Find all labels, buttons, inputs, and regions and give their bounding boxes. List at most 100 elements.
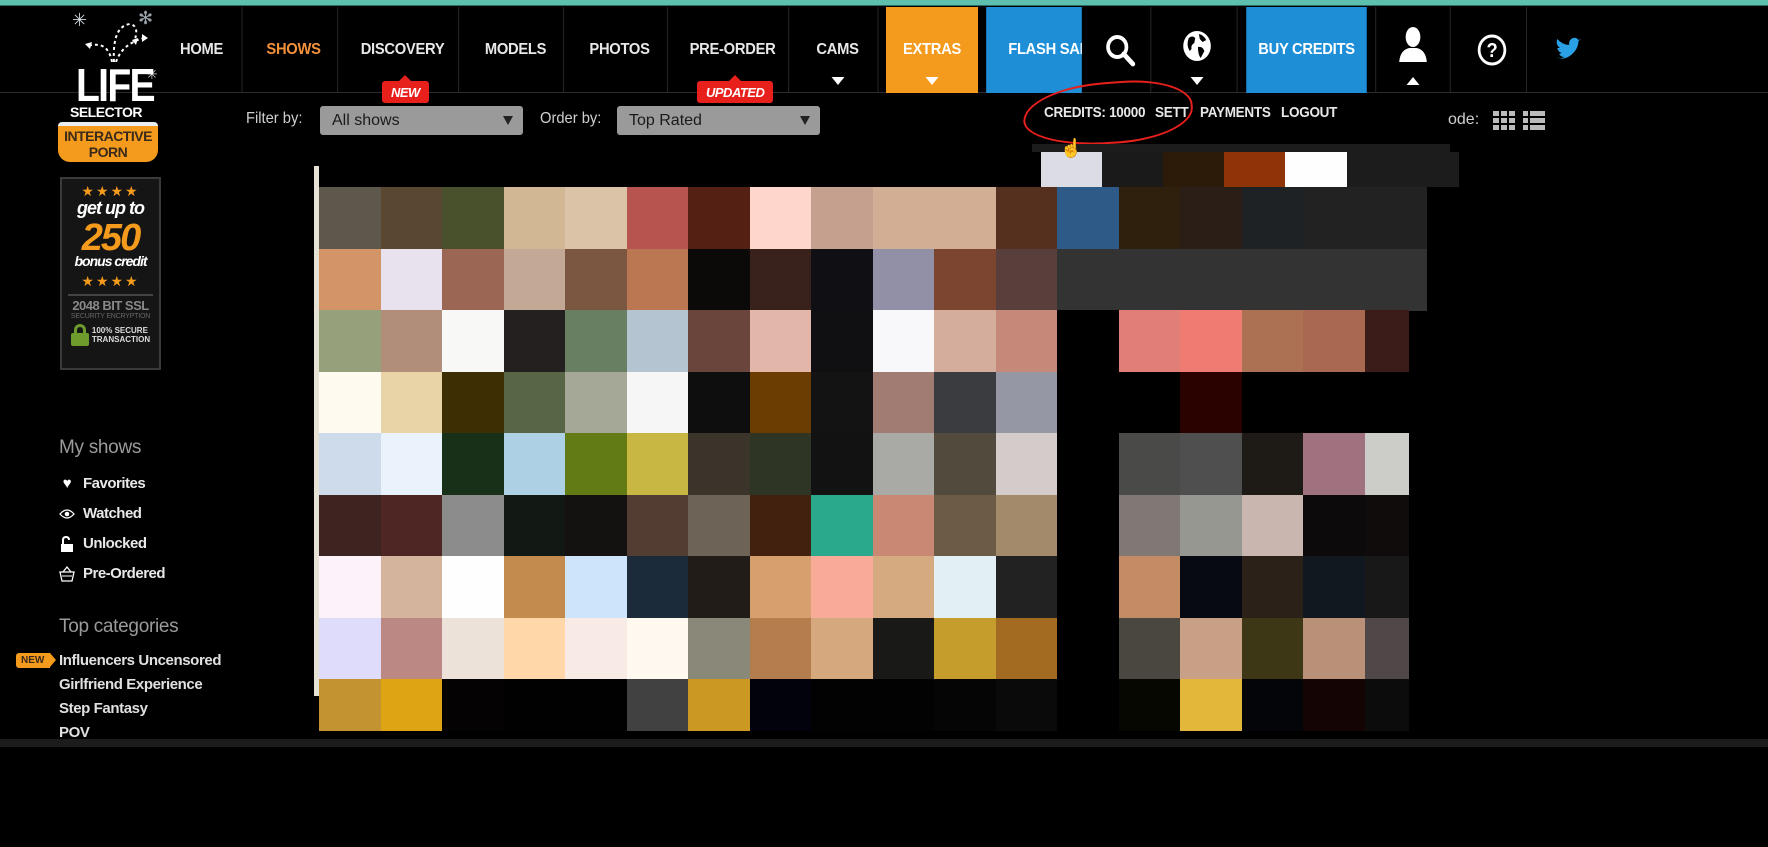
show-thumbnail-tile[interactable] xyxy=(626,679,689,731)
search-button[interactable] xyxy=(1089,7,1152,93)
show-thumbnail-tile[interactable] xyxy=(1241,679,1304,731)
show-thumbnail-tile[interactable] xyxy=(749,617,812,680)
show-thumbnail-tile[interactable] xyxy=(934,494,996,557)
show-thumbnail-tile[interactable] xyxy=(1364,556,1409,618)
show-thumbnail-tile[interactable] xyxy=(380,433,443,495)
show-thumbnail-tile[interactable] xyxy=(442,494,504,557)
show-thumbnail-tile[interactable] xyxy=(565,371,627,434)
show-thumbnail-tile[interactable] xyxy=(811,187,873,249)
show-thumbnail-tile[interactable] xyxy=(1364,494,1409,557)
show-thumbnail-tile[interactable] xyxy=(1118,187,1181,249)
payments-link[interactable]: PAYMENTS xyxy=(1200,104,1271,121)
site-logo[interactable]: ✳ ✻ ✳ LIFE SELECTOR INTERACTIVE PORN xyxy=(58,8,178,170)
show-thumbnail-tile[interactable] xyxy=(688,494,750,557)
show-thumbnail-tile[interactable] xyxy=(319,433,381,495)
show-thumbnail-tile[interactable] xyxy=(1364,248,1427,311)
list-view-button[interactable] xyxy=(1523,111,1545,131)
show-thumbnail-tile[interactable] xyxy=(934,433,996,495)
show-thumbnail-tile[interactable] xyxy=(1118,371,1181,434)
show-thumbnail-tile[interactable] xyxy=(380,556,443,618)
show-thumbnail-tile[interactable] xyxy=(380,494,443,557)
show-thumbnail-tile[interactable] xyxy=(1180,187,1242,249)
credits-balance[interactable]: CREDITS: 10000 xyxy=(1044,104,1146,121)
show-thumbnail-tile[interactable] xyxy=(319,187,381,249)
show-thumbnail-tile[interactable] xyxy=(749,433,812,495)
show-thumbnail-tile[interactable] xyxy=(811,556,873,618)
nav-cams[interactable]: CAMS xyxy=(798,7,879,93)
show-thumbnail-tile[interactable] xyxy=(688,556,750,618)
show-thumbnail-tile[interactable] xyxy=(1241,617,1304,680)
show-thumbnail-tile[interactable] xyxy=(1057,433,1119,495)
show-thumbnail-tile[interactable] xyxy=(1241,248,1304,311)
show-thumbnail-tile[interactable] xyxy=(1241,433,1304,495)
show-thumbnail-tile[interactable] xyxy=(380,187,443,249)
show-thumbnail-tile[interactable] xyxy=(749,556,812,618)
user-menu-button[interactable] xyxy=(1375,7,1451,93)
show-thumbnail-tile[interactable] xyxy=(442,310,504,372)
show-thumbnail-tile[interactable] xyxy=(380,679,443,731)
show-thumbnail-tile[interactable] xyxy=(934,187,996,249)
show-thumbnail-tile[interactable] xyxy=(934,310,996,372)
show-thumbnail-tile[interactable] xyxy=(749,248,812,311)
show-thumbnail-tile[interactable] xyxy=(319,371,381,434)
show-thumbnail-tile[interactable] xyxy=(1364,433,1409,495)
show-thumbnail-tile[interactable] xyxy=(811,310,873,372)
show-thumbnail-tile[interactable] xyxy=(503,187,566,249)
show-thumbnail-tile[interactable] xyxy=(749,679,812,731)
show-thumbnail-tile[interactable] xyxy=(503,617,566,680)
show-thumbnail-tile[interactable] xyxy=(503,310,566,372)
show-thumbnail-tile[interactable] xyxy=(1118,310,1181,372)
show-thumbnail-tile[interactable] xyxy=(934,617,996,680)
show-thumbnail-tile[interactable] xyxy=(1180,679,1242,731)
show-thumbnail-tile[interactable] xyxy=(688,248,750,311)
show-thumbnail-tile[interactable] xyxy=(319,679,381,731)
show-thumbnail-tile[interactable] xyxy=(626,187,689,249)
buy-credits-button[interactable]: BUY CREDITS xyxy=(1246,7,1367,93)
show-thumbnail-tile[interactable] xyxy=(749,310,812,372)
show-thumbnail-tile[interactable] xyxy=(1057,248,1119,311)
show-thumbnail-tile[interactable] xyxy=(1303,187,1365,249)
show-thumbnail-tile[interactable] xyxy=(872,310,935,372)
show-thumbnail-tile[interactable] xyxy=(1057,494,1119,557)
show-thumbnail-tile[interactable] xyxy=(1180,310,1242,372)
show-thumbnail-tile[interactable] xyxy=(1180,248,1242,311)
order-select[interactable]: Top Rated xyxy=(617,106,820,135)
show-thumbnail-tile[interactable] xyxy=(688,617,750,680)
show-thumbnail-tile[interactable] xyxy=(811,494,873,557)
show-thumbnail-tile[interactable] xyxy=(503,679,566,731)
show-thumbnail-tile[interactable] xyxy=(1057,310,1119,372)
show-thumbnail-tile[interactable] xyxy=(1057,556,1119,618)
show-thumbnail-tile[interactable] xyxy=(319,248,381,311)
show-thumbnail-tile[interactable] xyxy=(872,371,935,434)
show-thumbnail-tile[interactable] xyxy=(811,371,873,434)
show-thumbnail-tile[interactable] xyxy=(565,310,627,372)
show-thumbnail-tile[interactable] xyxy=(1180,371,1242,434)
show-thumbnail-tile[interactable] xyxy=(442,617,504,680)
filter-select[interactable]: All shows xyxy=(320,106,523,135)
show-thumbnail-tile[interactable] xyxy=(688,187,750,249)
sidebar-item-watched[interactable]: Watched xyxy=(59,505,142,522)
show-thumbnail-tile[interactable] xyxy=(626,433,689,495)
show-thumbnail-tile[interactable] xyxy=(319,556,381,618)
logout-link[interactable]: LOGOUT xyxy=(1281,104,1337,121)
show-thumbnail-tile[interactable] xyxy=(995,494,1058,557)
show-thumbnail-tile[interactable] xyxy=(934,556,996,618)
show-thumbnail-tile[interactable] xyxy=(872,187,935,249)
show-thumbnail-tile[interactable] xyxy=(995,679,1058,731)
bonus-credit-banner[interactable]: ★★★★ get up to 250 bonus credit ★★★★ 204… xyxy=(60,177,161,370)
twitter-link[interactable] xyxy=(1532,7,1587,93)
show-thumbnail-tile[interactable] xyxy=(565,679,627,731)
show-thumbnail-tile[interactable] xyxy=(1364,371,1409,434)
language-button[interactable] xyxy=(1157,7,1238,93)
show-thumbnail-tile[interactable] xyxy=(380,310,443,372)
help-button[interactable]: ? xyxy=(1457,7,1527,93)
show-thumbnail-tile[interactable] xyxy=(995,248,1058,311)
show-thumbnail-tile[interactable] xyxy=(749,371,812,434)
show-thumbnail-tile[interactable] xyxy=(1303,556,1365,618)
show-thumbnail-tile[interactable] xyxy=(1180,494,1242,557)
show-thumbnail-tile[interactable] xyxy=(565,556,627,618)
show-thumbnail-tile[interactable] xyxy=(626,310,689,372)
show-thumbnail-tile[interactable] xyxy=(934,679,996,731)
show-thumbnail-tile[interactable] xyxy=(1303,433,1365,495)
show-thumbnail-tile[interactable] xyxy=(995,556,1058,618)
